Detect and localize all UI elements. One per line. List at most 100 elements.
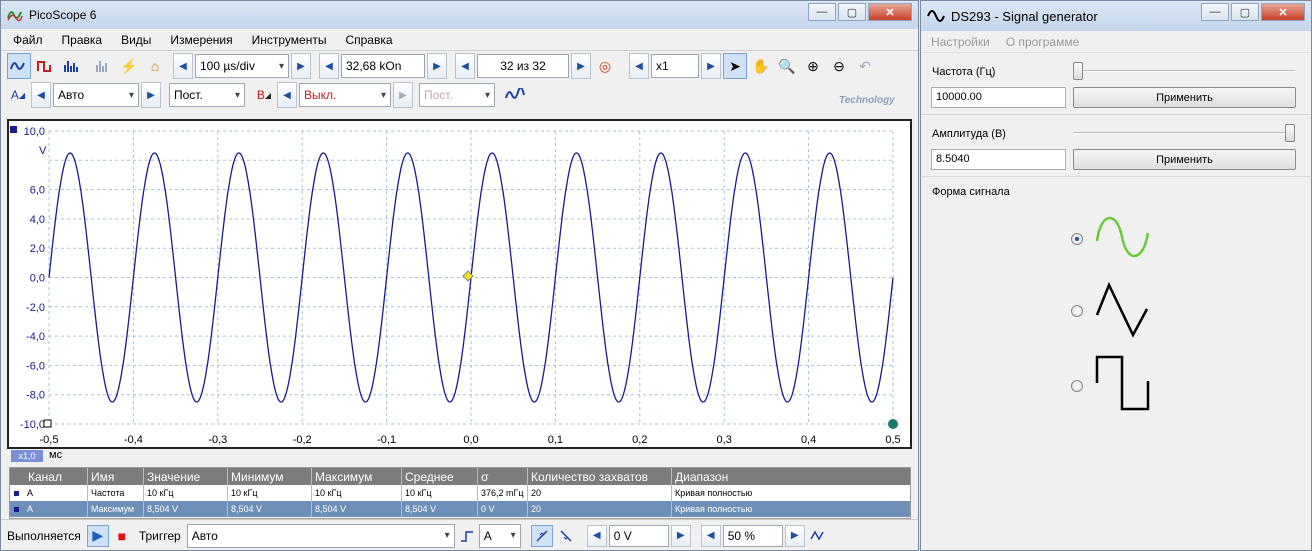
zoom-out-icon[interactable]: ⊖ [827, 53, 851, 79]
minimize-button[interactable]: — [808, 3, 836, 21]
cell-name: Максимум [88, 501, 144, 517]
ruler-handle-left[interactable] [43, 419, 52, 428]
zoom-field[interactable]: x1 [651, 54, 699, 78]
timebase-select[interactable]: 100 µs/div [195, 54, 289, 78]
rising-edge-icon[interactable] [530, 524, 553, 547]
channel-a-button[interactable]: A ◢ [7, 82, 29, 108]
coupling-a-select[interactable]: Пост. [169, 83, 245, 107]
frequency-slider[interactable] [1073, 70, 1295, 72]
amplitude-input[interactable]: 8.5040 [931, 149, 1066, 170]
scope-view[interactable]: 10,0 6,0 4,0 2,0 0,0 -2,0 -4,0 -6,0 -8,0 -10,0 -0… [7, 119, 912, 449]
trigger-options-icon[interactable] [457, 525, 477, 547]
threshold-field[interactable]: 0 V [608, 524, 669, 547]
menu-tools[interactable]: Инструменты [252, 33, 327, 47]
pretrigger-prev-button[interactable]: ◀ [700, 524, 721, 547]
siggen-close-button[interactable]: ✕ [1261, 3, 1305, 21]
menu-about[interactable]: О программе [1006, 35, 1079, 49]
col-range[interactable]: Диапазон [672, 468, 910, 485]
zoom-area-icon[interactable]: 🔍 [775, 53, 799, 79]
falling-edge-icon[interactable] [555, 525, 577, 547]
table-row[interactable]: A Частота 10 кГц 10 кГц 10 кГц 10 кГц 37… [10, 485, 910, 501]
advanced-trigger-icon[interactable] [807, 525, 829, 547]
square-radio[interactable] [1071, 380, 1083, 392]
spectrum-mode-icon[interactable] [59, 53, 83, 79]
waveform-shape-section: Форма сигнала [921, 177, 1311, 537]
amplitude-slider[interactable] [1073, 132, 1295, 134]
spectrum-options-icon[interactable] [91, 53, 115, 79]
signal-generator-icon[interactable]: ⚡ [117, 53, 141, 79]
amplitude-section: Амплитуда (В) 8.5040 Применить [921, 115, 1311, 177]
range-b-select[interactable]: Выкл. [299, 83, 391, 107]
undo-zoom-icon[interactable]: ↶ [853, 53, 877, 79]
status-bar: Выполняется ▶ ■ Триггер Авто A ◀ 0 V ▶ ◀… [1, 519, 918, 551]
menu-edit[interactable]: Правка [62, 33, 103, 47]
col-captures[interactable]: Количество захватов [528, 468, 672, 485]
scope-graph[interactable]: 10,0 6,0 4,0 2,0 0,0 -2,0 -4,0 -6,0 -8,0 -10,0 -0… [9, 121, 910, 447]
persistence-mode-icon[interactable] [33, 53, 57, 79]
ruler-handle-right[interactable] [888, 419, 898, 429]
zoom-prev-button[interactable]: ◀ [629, 53, 649, 79]
amplitude-slider-thumb[interactable] [1285, 124, 1295, 142]
col-min[interactable]: Минимум [228, 468, 312, 485]
col-name[interactable]: Имя [88, 468, 144, 485]
channel-options-icon[interactable] [503, 82, 527, 108]
threshold-next-button[interactable]: ▶ [670, 524, 691, 547]
buffer-prev-button[interactable]: ◀ [455, 53, 475, 79]
menu-settings[interactable]: Настройки [931, 35, 990, 49]
x-zoom-badge[interactable]: x1,0 [11, 450, 43, 462]
frequency-slider-thumb[interactable] [1073, 62, 1083, 80]
siggen-minimize-button[interactable]: — [1201, 3, 1229, 21]
pretrigger-field[interactable]: 50 % [722, 524, 783, 547]
hand-tool-icon[interactable]: ✋ [749, 53, 773, 79]
close-button[interactable]: ✕ [868, 3, 912, 21]
sine-wave-icon [1095, 216, 1150, 258]
timebase-next-button[interactable]: ▶ [291, 53, 311, 79]
range-a-prev-button[interactable]: ◀ [31, 82, 51, 108]
coupling-b-select[interactable]: Пост. [419, 83, 495, 107]
cell-stddev: 376,2 mГц [478, 485, 528, 501]
col-stddev[interactable]: σ [478, 468, 528, 485]
range-b-next-button[interactable]: ▶ [393, 82, 413, 108]
trigger-channel-select[interactable]: A [478, 523, 521, 548]
x-tick-label: -0,5 [40, 434, 59, 446]
buffer-navigator-icon[interactable]: ◎ [593, 53, 617, 79]
zoom-in-icon[interactable]: ⊕ [801, 53, 825, 79]
menu-help[interactable]: Справка [345, 33, 392, 47]
trigger-mode-select[interactable]: Авто [186, 523, 455, 548]
pretrigger-next-button[interactable]: ▶ [784, 524, 805, 547]
threshold-prev-button[interactable]: ◀ [586, 524, 607, 547]
zoom-next-button[interactable]: ▶ [701, 53, 721, 79]
maximize-button[interactable]: ▢ [838, 3, 866, 21]
range-b-prev-button[interactable]: ◀ [277, 82, 297, 108]
buffer-field[interactable]: 32 из 32 [477, 54, 569, 78]
frequency-apply-button[interactable]: Применить [1073, 87, 1296, 108]
samples-prev-button[interactable]: ◀ [319, 53, 339, 79]
col-max[interactable]: Максимум [312, 468, 402, 485]
amplitude-apply-button[interactable]: Применить [1073, 149, 1296, 170]
buffer-next-button[interactable]: ▶ [571, 53, 591, 79]
start-icon[interactable]: ▶ [86, 524, 109, 547]
range-a-select[interactable]: Авто [53, 83, 139, 107]
frequency-input[interactable]: 10000.00 [931, 87, 1066, 108]
triangle-radio[interactable] [1071, 305, 1083, 317]
scope-mode-icon[interactable] [7, 53, 31, 79]
range-a-next-button[interactable]: ▶ [141, 82, 161, 108]
menu-measurements[interactable]: Измерения [170, 33, 232, 47]
col-mean[interactable]: Среднее [402, 468, 478, 485]
pointer-tool-icon[interactable]: ➤ [723, 53, 747, 79]
menu-file[interactable]: Файл [13, 33, 43, 47]
channel-b-button[interactable]: B ◢ [253, 82, 275, 108]
samples-field[interactable]: 32,68 kOn [341, 54, 425, 78]
col-value[interactable]: Значение [144, 468, 228, 485]
sine-radio[interactable] [1071, 233, 1083, 245]
samples-next-button[interactable]: ▶ [427, 53, 447, 79]
home-icon[interactable]: ⌂ [143, 53, 167, 79]
timebase-prev-button[interactable]: ◀ [173, 53, 193, 79]
menu-views[interactable]: Виды [121, 33, 151, 47]
col-channel[interactable]: Канал [10, 468, 88, 485]
channel-a-axis-marker[interactable] [10, 126, 17, 133]
cell-range: Кривая полностью [675, 504, 753, 514]
table-row[interactable]: A Максимум 8,504 V 8,504 V 8,504 V 8,504… [10, 501, 910, 517]
stop-icon[interactable]: ■ [111, 525, 133, 547]
siggen-maximize-button[interactable]: ▢ [1231, 3, 1259, 21]
